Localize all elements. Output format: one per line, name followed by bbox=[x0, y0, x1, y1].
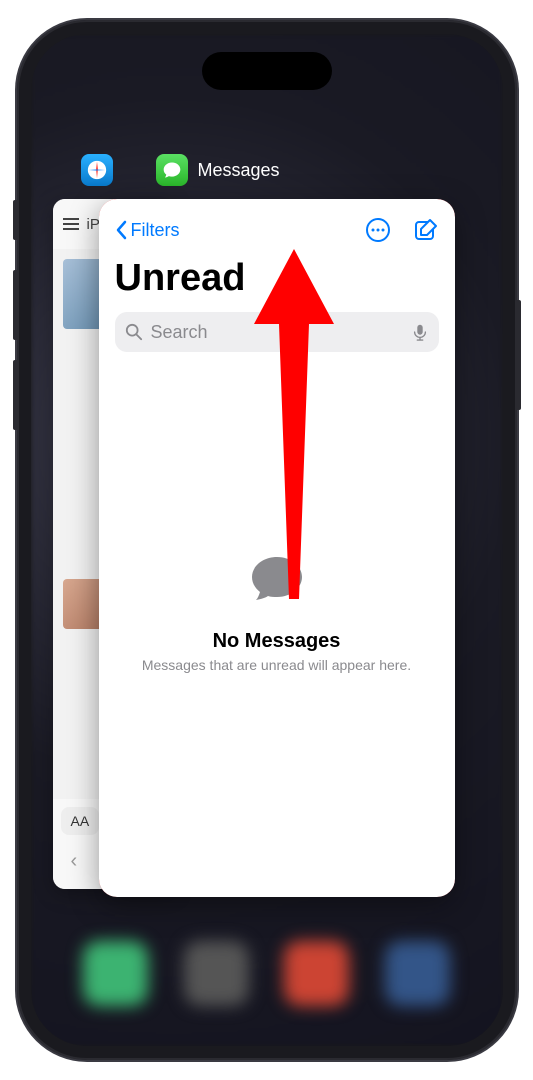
dynamic-island bbox=[202, 52, 332, 90]
messages-icon bbox=[156, 154, 188, 186]
mute-switch bbox=[13, 200, 17, 240]
app-switcher[interactable]: Messages iP AA ‹ bbox=[31, 34, 503, 1046]
back-label: Filters bbox=[131, 220, 180, 241]
volume-down-button bbox=[13, 360, 17, 430]
app-label-safari bbox=[81, 154, 113, 186]
messages-nav-bar: Filters bbox=[99, 199, 455, 253]
more-icon[interactable] bbox=[365, 217, 391, 243]
search-input[interactable]: Search bbox=[115, 312, 439, 352]
safari-icon bbox=[81, 154, 113, 186]
app-label-messages: Messages bbox=[156, 154, 280, 186]
iphone-frame: Messages iP AA ‹ bbox=[17, 20, 517, 1060]
empty-state-title: No Messages bbox=[119, 630, 435, 653]
power-button bbox=[517, 300, 521, 410]
phone-screen: Messages iP AA ‹ bbox=[31, 34, 503, 1046]
hamburger-icon bbox=[63, 218, 79, 230]
empty-state-subtitle: Messages that are unread will appear her… bbox=[119, 657, 435, 673]
empty-state: No Messages Messages that are unread wil… bbox=[99, 549, 455, 673]
page-title: Unread bbox=[99, 253, 455, 312]
text-size-button: AA bbox=[61, 807, 100, 835]
app-card-messages[interactable]: Filters Unread Search bbox=[99, 199, 455, 897]
safari-title-fragment: iP bbox=[87, 216, 100, 233]
filters-back-button[interactable]: Filters bbox=[115, 220, 180, 241]
microphone-icon[interactable] bbox=[411, 323, 429, 341]
volume-up-button bbox=[13, 270, 17, 340]
header-actions bbox=[365, 217, 439, 243]
app-label-text: Messages bbox=[198, 160, 280, 181]
search-placeholder: Search bbox=[151, 322, 403, 343]
chevron-left-icon bbox=[115, 220, 127, 240]
search-icon bbox=[125, 323, 143, 341]
compose-icon[interactable] bbox=[413, 217, 439, 243]
speech-bubble-icon bbox=[246, 549, 308, 611]
